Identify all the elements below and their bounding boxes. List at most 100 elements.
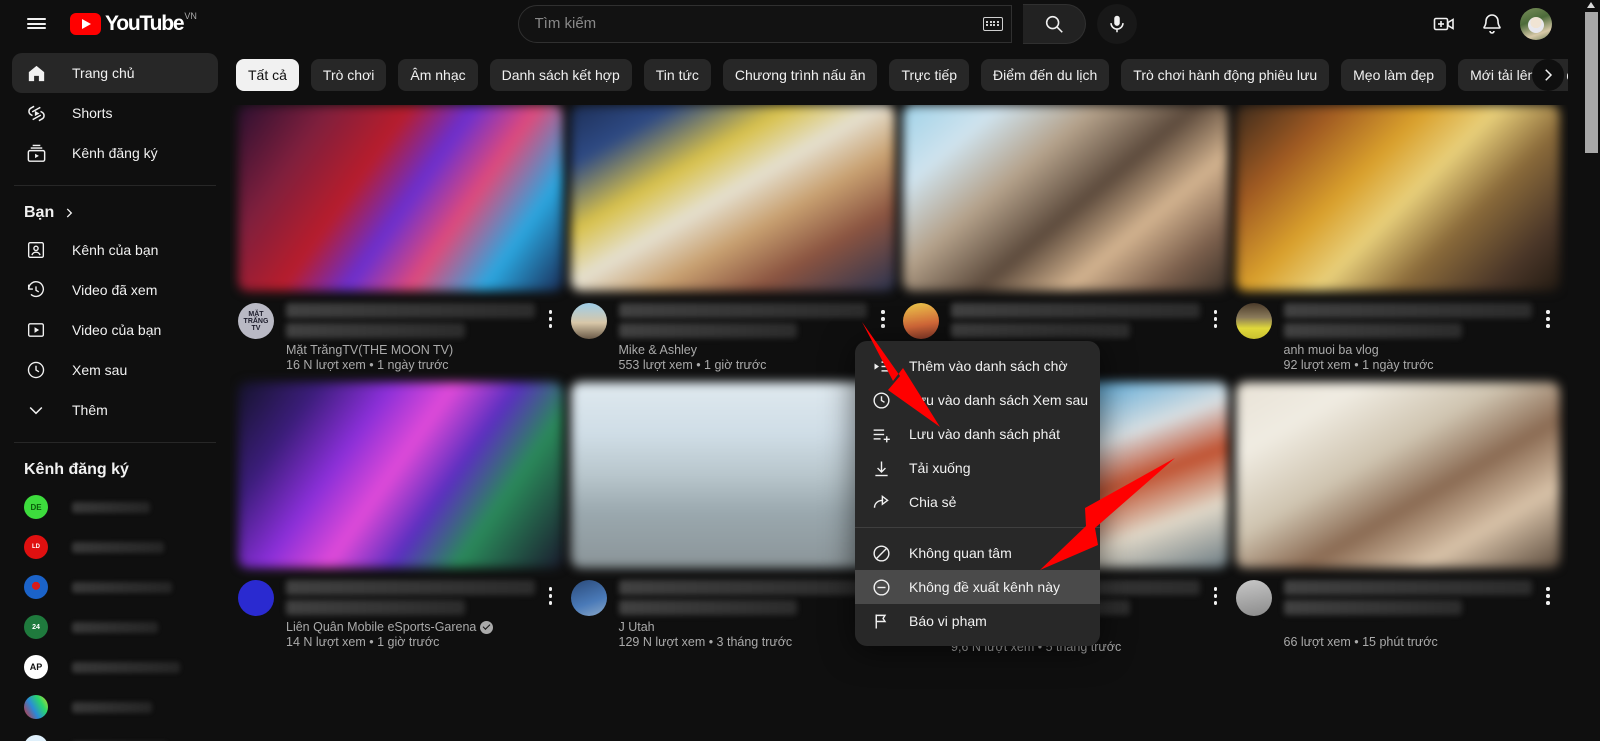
sidebar-item-label: Video đã xem <box>72 282 158 298</box>
chip-beauty-tips[interactable]: Mẹo làm đẹp <box>1341 58 1447 91</box>
sidebar-item-home[interactable]: Trang chủ <box>12 53 218 93</box>
download-icon <box>869 456 893 480</box>
list-item[interactable]: AP <box>12 647 218 687</box>
sidebar-item-watch-later[interactable]: Xem sau <box>12 350 218 390</box>
channel-avatar: 24 <box>24 615 48 639</box>
bell-icon[interactable] <box>1472 4 1512 44</box>
chip-gaming[interactable]: Trò chơi <box>310 58 387 91</box>
video-meta: anh muoi ba vlog 92 lượt xem • 1 ngày tr… <box>1235 303 1561 372</box>
menu-item-label: Báo vi phạm <box>909 613 987 629</box>
channel-avatar: AP <box>24 655 48 679</box>
list-item[interactable]: LD <box>12 527 218 567</box>
sidebar-divider-1 <box>14 185 216 186</box>
sidebar-item-more[interactable]: Thêm <box>12 390 218 430</box>
video-options-button[interactable] <box>1204 305 1228 333</box>
list-item[interactable]: 24 <box>12 727 218 741</box>
sidebar-item-subscriptions[interactable]: Kênh đăng ký <box>12 133 218 173</box>
sidebar-item-history[interactable]: Video đã xem <box>12 270 218 310</box>
menu-item-save-to-watch-later[interactable]: Lưu vào danh sách Xem sau <box>855 383 1100 417</box>
scroll-up-arrow-icon[interactable] <box>1587 2 1595 8</box>
sidebar-item-label: Kênh đăng ký <box>72 145 158 161</box>
video-options-button[interactable] <box>539 305 563 333</box>
video-thumbnail[interactable] <box>238 105 563 291</box>
video-text-block: Mike & Ashley 553 lượt xem • 1 giờ trước <box>618 303 868 372</box>
menu-item-report[interactable]: Báo vi phạm <box>855 604 1100 638</box>
channel-name[interactable]: Mặt TrăngTV(THE MOON TV) <box>286 343 535 357</box>
search-input[interactable] <box>534 15 983 32</box>
menu-item-label: Tải xuống <box>909 460 971 476</box>
chip-live[interactable]: Trực tiếp <box>889 58 970 91</box>
chip-cooking-shows[interactable]: Chương trình nấu ăn <box>722 58 878 91</box>
flag-icon <box>869 609 893 633</box>
video-card: Liên Quân Mobile eSports-Garena 14 N lượ… <box>238 382 563 654</box>
sidebar-item-your-channel[interactable]: Kênh của bạn <box>12 230 218 270</box>
video-options-button[interactable] <box>1536 305 1560 333</box>
channel-avatar[interactable] <box>238 580 274 616</box>
page-scrollbar[interactable] <box>1583 0 1600 741</box>
chip-music[interactable]: Âm nhạc <box>398 58 478 91</box>
video-options-button[interactable] <box>1536 582 1560 610</box>
search-box[interactable] <box>517 4 1012 43</box>
video-thumbnail[interactable] <box>1235 382 1560 568</box>
menu-item-dont-recommend-channel[interactable]: Không đề xuất kênh này <box>855 570 1100 604</box>
video-text-block: anh muoi ba vlog 92 lượt xem • 1 ngày tr… <box>1283 303 1533 372</box>
channel-avatar[interactable]: MẶT TRĂNG TV <box>238 303 274 339</box>
video-options-button-active[interactable] <box>871 305 895 333</box>
list-item[interactable] <box>12 567 218 607</box>
channel-name-label: Liên Quân Mobile eSports-Garena <box>286 620 477 634</box>
list-item[interactable] <box>12 687 218 727</box>
channel-avatar[interactable] <box>570 580 607 616</box>
chip-news[interactable]: Tin tức <box>643 58 711 91</box>
chevron-right-icon <box>67 208 73 218</box>
scrollbar-thumb[interactable] <box>1585 12 1598 153</box>
menu-item-add-to-queue[interactable]: Thêm vào danh sách chờ <box>855 349 1100 383</box>
keyboard-icon[interactable] <box>982 16 1003 31</box>
channel-name[interactable]: Mike & Ashley <box>619 343 868 357</box>
youtube-logo-text: YouTube <box>105 11 185 35</box>
menu-item-label: Chia sẻ <box>909 494 957 510</box>
menu-item-label: Không quan tâm <box>909 545 1012 561</box>
video-title-redacted <box>286 303 535 318</box>
search-button[interactable] <box>1022 3 1086 44</box>
sidebar-you-header[interactable]: Bạn <box>0 198 230 230</box>
video-options-button[interactable] <box>539 582 563 610</box>
chip-travel-destinations[interactable]: Điểm đến du lịch <box>981 58 1110 91</box>
channel-name[interactable]: Liên Quân Mobile eSports-Garena <box>286 620 535 634</box>
sidebar-item-shorts[interactable]: Shorts <box>12 93 218 133</box>
channel-name-redacted <box>72 661 180 673</box>
chip-mixes[interactable]: Danh sách kết hợp <box>489 58 632 91</box>
channel-name-redacted <box>72 621 158 633</box>
video-title-redacted <box>1283 323 1463 338</box>
chip-action-adventure-games[interactable]: Trò chơi hành động phiêu lưu <box>1121 58 1330 91</box>
video-thumbnail[interactable] <box>903 105 1228 291</box>
list-item[interactable]: DE <box>12 487 218 527</box>
chip-all[interactable]: Tất cả <box>236 58 299 91</box>
video-options-button[interactable] <box>1204 582 1228 610</box>
video-thumbnail[interactable] <box>238 382 563 568</box>
video-thumbnail[interactable] <box>1235 105 1560 291</box>
list-item[interactable]: 24 <box>12 607 218 647</box>
channel-avatar[interactable] <box>570 303 607 339</box>
channel-name[interactable]: J Utah <box>619 620 868 634</box>
channel-avatar[interactable] <box>1235 580 1272 616</box>
menu-icon[interactable] <box>16 4 56 44</box>
microphone-icon[interactable] <box>1096 3 1137 44</box>
create-video-icon[interactable] <box>1424 4 1464 44</box>
menu-item-save-to-playlist[interactable]: Lưu vào danh sách phát <box>855 417 1100 451</box>
chip-scroll-right-button[interactable] <box>1532 59 1564 91</box>
video-card: Mike & Ashley 553 lượt xem • 1 giờ trước <box>570 105 895 372</box>
avatar[interactable] <box>1520 7 1552 40</box>
menu-item-download[interactable]: Tải xuống <box>855 451 1100 485</box>
youtube-logo[interactable]: YouTube VN <box>70 11 197 35</box>
channel-name[interactable]: anh muoi ba vlog <box>1284 343 1533 357</box>
video-thumbnail[interactable] <box>570 382 895 568</box>
video-thumbnail[interactable] <box>570 105 895 291</box>
sidebar-item-your-videos[interactable]: Video của bạn <box>12 310 218 350</box>
menu-item-share[interactable]: Chia sẻ <box>855 485 1100 519</box>
channel-avatar[interactable] <box>1235 303 1272 339</box>
menu-item-label: Lưu vào danh sách phát <box>909 426 1061 442</box>
menu-item-label: Thêm vào danh sách chờ <box>909 358 1068 374</box>
channel-avatar[interactable] <box>903 303 939 339</box>
video-meta: MẶT TRĂNG TV Mặt TrăngTV(THE MOON TV) 16 N… <box>238 303 563 372</box>
menu-item-not-interested[interactable]: Không quan tâm <box>855 536 1100 570</box>
